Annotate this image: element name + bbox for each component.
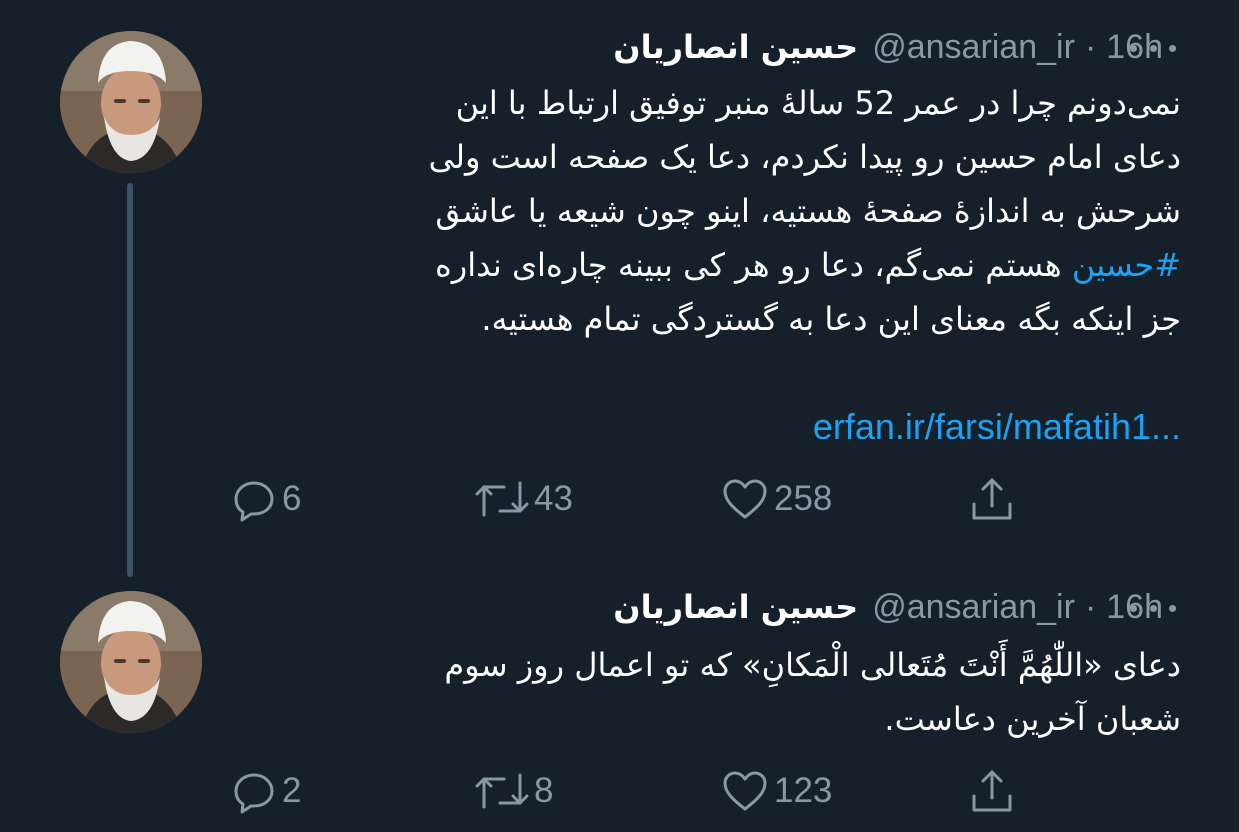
text-line: شعبان آخرین دعاست. — [884, 700, 1181, 738]
more-icon[interactable] — [1130, 596, 1176, 620]
text-line: جز اینکه بگه معنای این دعا به گستردگی تم… — [481, 300, 1181, 338]
share-button[interactable] — [966, 474, 1018, 524]
heart-icon — [723, 479, 767, 519]
avatar-image — [60, 591, 202, 733]
reply-icon — [234, 773, 274, 814]
tweet-actions: 6 43 258 — [0, 474, 1239, 524]
like-count: 123 — [774, 771, 833, 810]
like-button[interactable]: 123 — [720, 766, 832, 816]
text-line: شرحش به اندازهٔ صفحهٔ هستیه، اینو چون شی… — [435, 192, 1181, 230]
separator-dot: · — [1084, 27, 1097, 66]
share-icon — [972, 770, 1012, 812]
display-name[interactable]: حسین انصاریان — [613, 28, 858, 66]
reply-button[interactable]: 6 — [230, 474, 301, 524]
retweet-icon — [475, 481, 529, 517]
like-button[interactable]: 258 — [720, 474, 832, 524]
text-line: #حسین هستم نمی‌گم، دعا رو هر کی ببینه چا… — [221, 238, 1181, 292]
avatar[interactable] — [60, 591, 202, 733]
tweet-header: حسین انصاریان @ansarian_ir · 16h — [613, 24, 1163, 70]
text-line: دعای «اللّٰهُمَّ أَنْتَ مُتَعالی الْمَکا… — [444, 646, 1181, 684]
tweet-text: دعای «اللّٰهُمَّ أَنْتَ مُتَعالی الْمَکا… — [221, 638, 1181, 746]
tweet-link[interactable]: erfan.ir/farsi/mafatih1... — [813, 406, 1181, 448]
hashtag-link[interactable]: #حسین — [1072, 246, 1181, 284]
tweet-header: حسین انصاریان @ansarian_ir · 16h — [613, 584, 1163, 630]
heart-icon — [723, 771, 767, 811]
share-button[interactable] — [966, 766, 1018, 816]
user-handle[interactable]: @ansarian_ir — [872, 588, 1075, 627]
avatar[interactable] — [60, 31, 202, 173]
retweet-button[interactable]: 43 — [474, 474, 573, 524]
retweet-icon — [475, 773, 529, 809]
tweet-2[interactable]: حسین انصاریان @ansarian_ir · 16h دعای «ا… — [0, 580, 1239, 832]
tweet-text: نمی‌دونم چرا در عمر 52 سالهٔ منبر توفیق … — [221, 76, 1181, 346]
thread-connector-line — [127, 183, 133, 577]
tweet-1[interactable]: حسین انصاریان @ansarian_ir · 16h نمی‌دون… — [0, 0, 1239, 580]
separator-dot: · — [1084, 587, 1097, 626]
display-name[interactable]: حسین انصاریان — [613, 588, 858, 626]
avatar-image — [60, 31, 202, 173]
like-count: 258 — [774, 479, 833, 518]
retweet-count: 8 — [534, 771, 554, 810]
retweet-button[interactable]: 8 — [474, 766, 553, 816]
tweet-actions: 2 8 123 — [0, 766, 1239, 816]
text-line: نمی‌دونم چرا در عمر 52 سالهٔ منبر توفیق … — [455, 84, 1181, 122]
reply-icon — [234, 481, 274, 522]
share-icon — [972, 478, 1012, 520]
text-segment: هستم نمی‌گم، دعا رو هر کی ببینه چاره‌ای … — [435, 246, 1072, 284]
user-handle[interactable]: @ansarian_ir — [872, 28, 1075, 67]
retweet-count: 43 — [534, 479, 573, 518]
reply-count: 2 — [282, 771, 302, 810]
more-icon[interactable] — [1130, 36, 1176, 60]
reply-count: 6 — [282, 479, 302, 518]
text-line: دعای امام حسین رو پیدا نکردم، دعا یک صفح… — [428, 138, 1181, 176]
reply-button[interactable]: 2 — [230, 766, 301, 816]
